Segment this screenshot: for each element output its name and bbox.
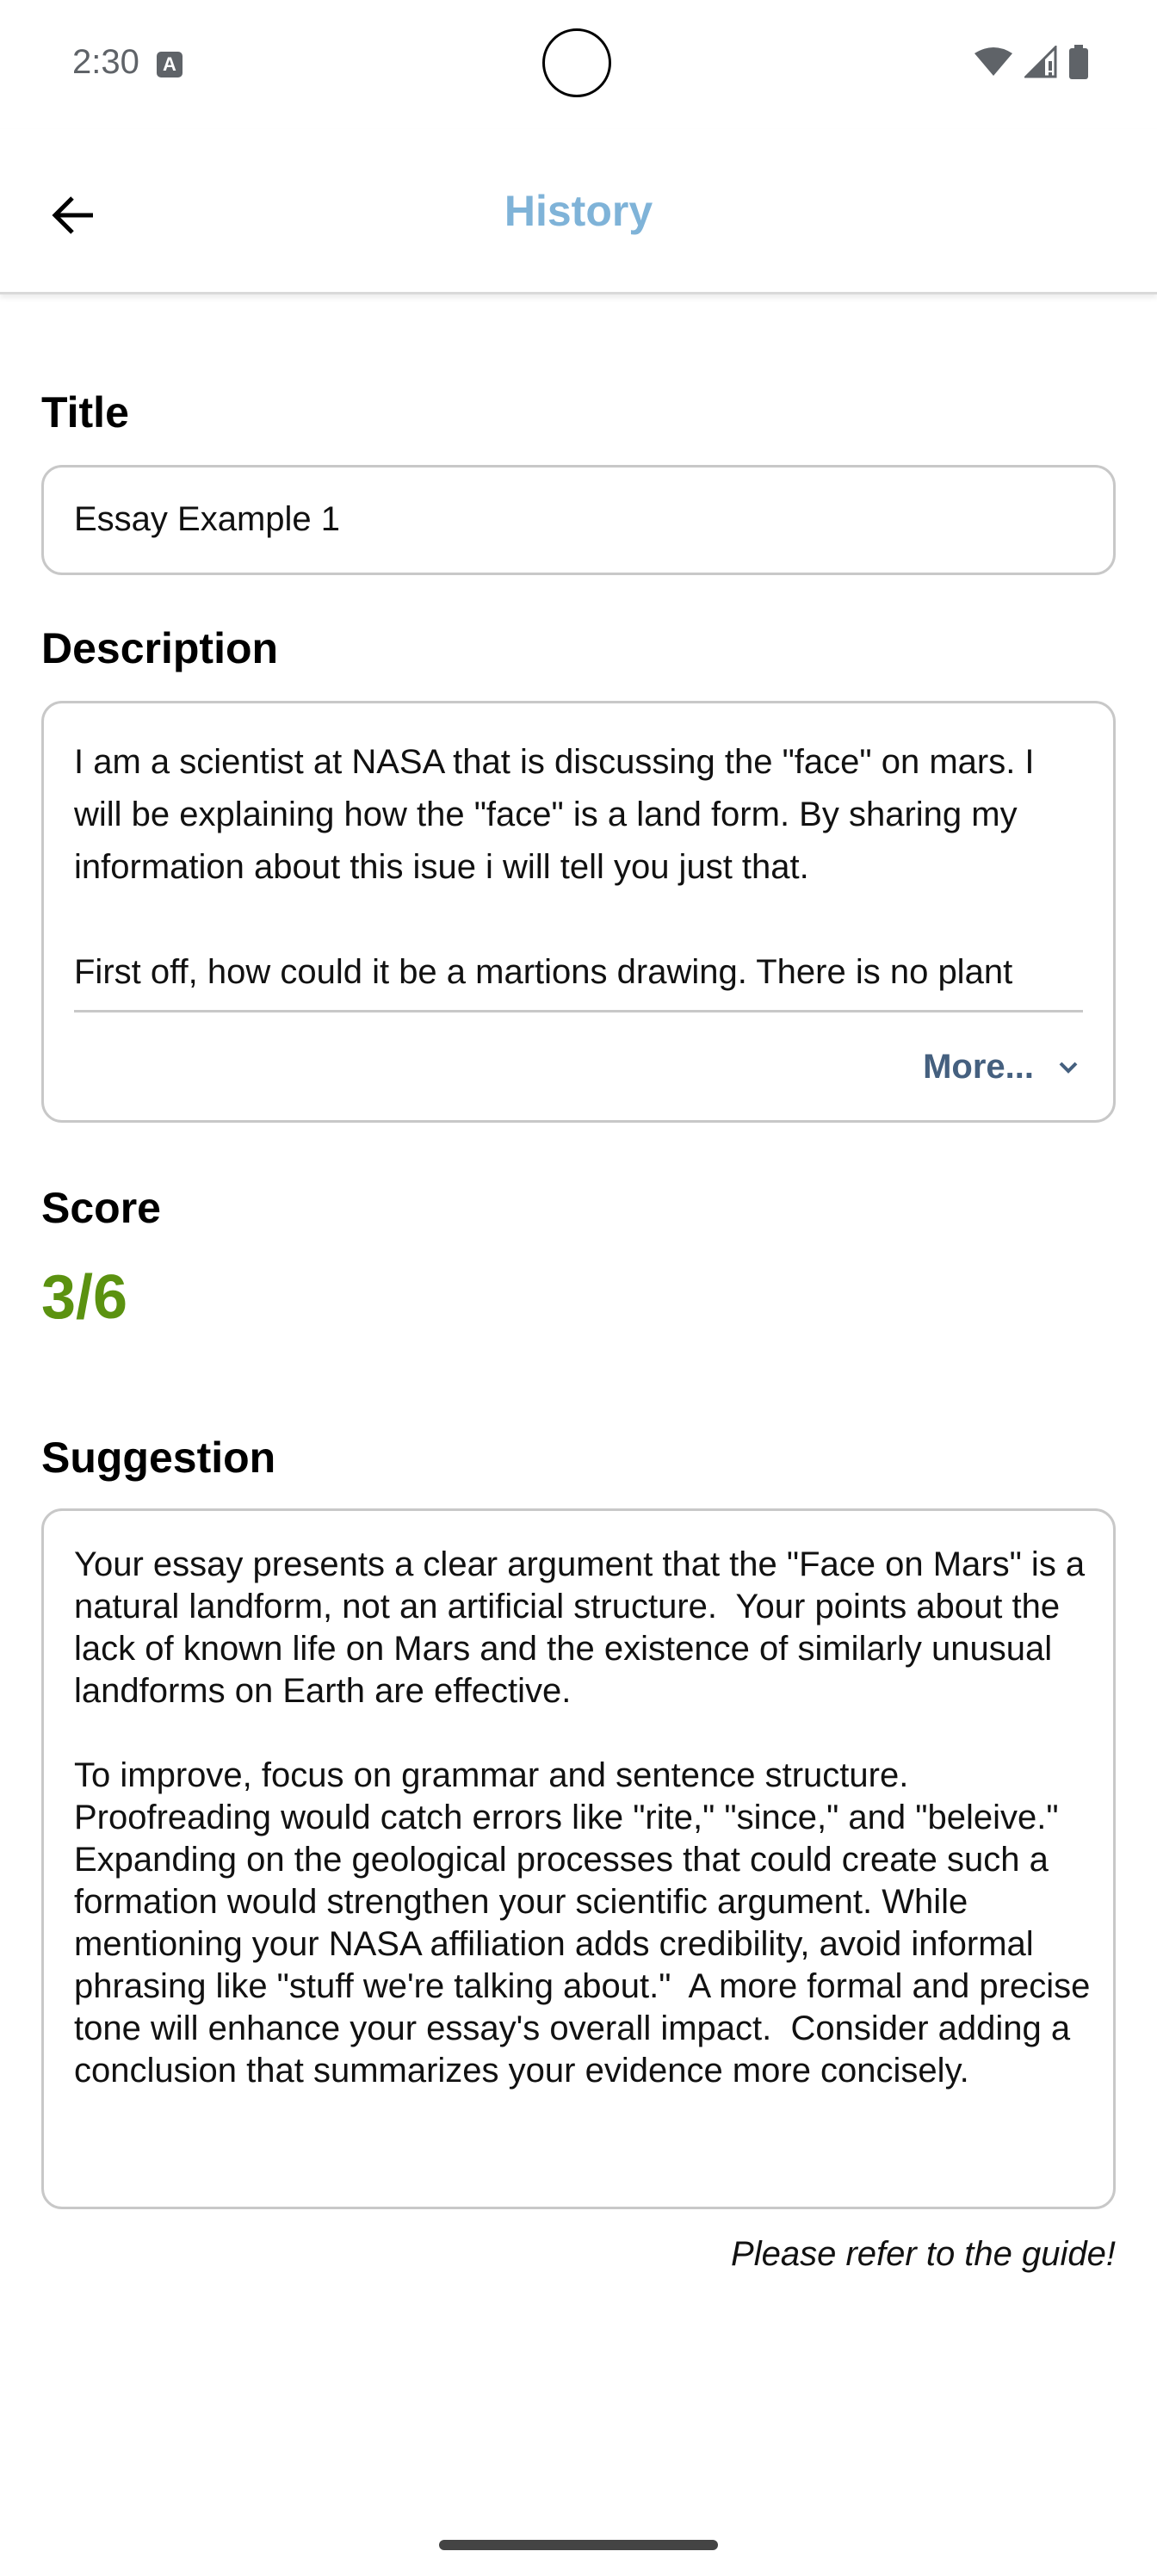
title-value: Essay Example 1 bbox=[74, 500, 341, 538]
title-field[interactable]: Essay Example 1 bbox=[41, 465, 1116, 575]
wifi-icon bbox=[974, 47, 1012, 76]
description-divider bbox=[74, 1010, 1083, 1012]
description-text: I am a scientist at NASA that is discuss… bbox=[74, 743, 1035, 991]
text-a-icon bbox=[157, 52, 183, 77]
suggestion-text: Your essay presents a clear argument tha… bbox=[74, 1545, 1091, 2090]
suggestion-label: Suggestion bbox=[41, 1434, 276, 1482]
more-button[interactable]: More... bbox=[923, 1048, 1079, 1087]
home-indicator[interactable] bbox=[439, 2540, 718, 2550]
battery-icon bbox=[1069, 45, 1088, 79]
page-title: History bbox=[504, 187, 653, 235]
guide-note: Please refer to the guide! bbox=[731, 2235, 1116, 2273]
description-card: I am a scientist at NASA that is discuss… bbox=[41, 701, 1116, 1123]
score-value: 3/6 bbox=[41, 1263, 128, 1332]
app-bar: History bbox=[0, 129, 1157, 294]
suggestion-card: Your essay presents a clear argument tha… bbox=[41, 1508, 1116, 2209]
score-label: Score bbox=[41, 1184, 161, 1232]
more-label: More... bbox=[923, 1048, 1034, 1086]
cell-signal-icon bbox=[1024, 46, 1057, 78]
status-bar: 2:30 bbox=[0, 0, 1157, 129]
camera-cutout bbox=[542, 28, 611, 97]
status-time: 2:30 bbox=[72, 43, 139, 81]
status-icons bbox=[974, 45, 1088, 79]
description-label: Description bbox=[41, 624, 279, 672]
title-label: Title bbox=[41, 388, 129, 437]
chevron-down-icon bbox=[1059, 1062, 1078, 1074]
